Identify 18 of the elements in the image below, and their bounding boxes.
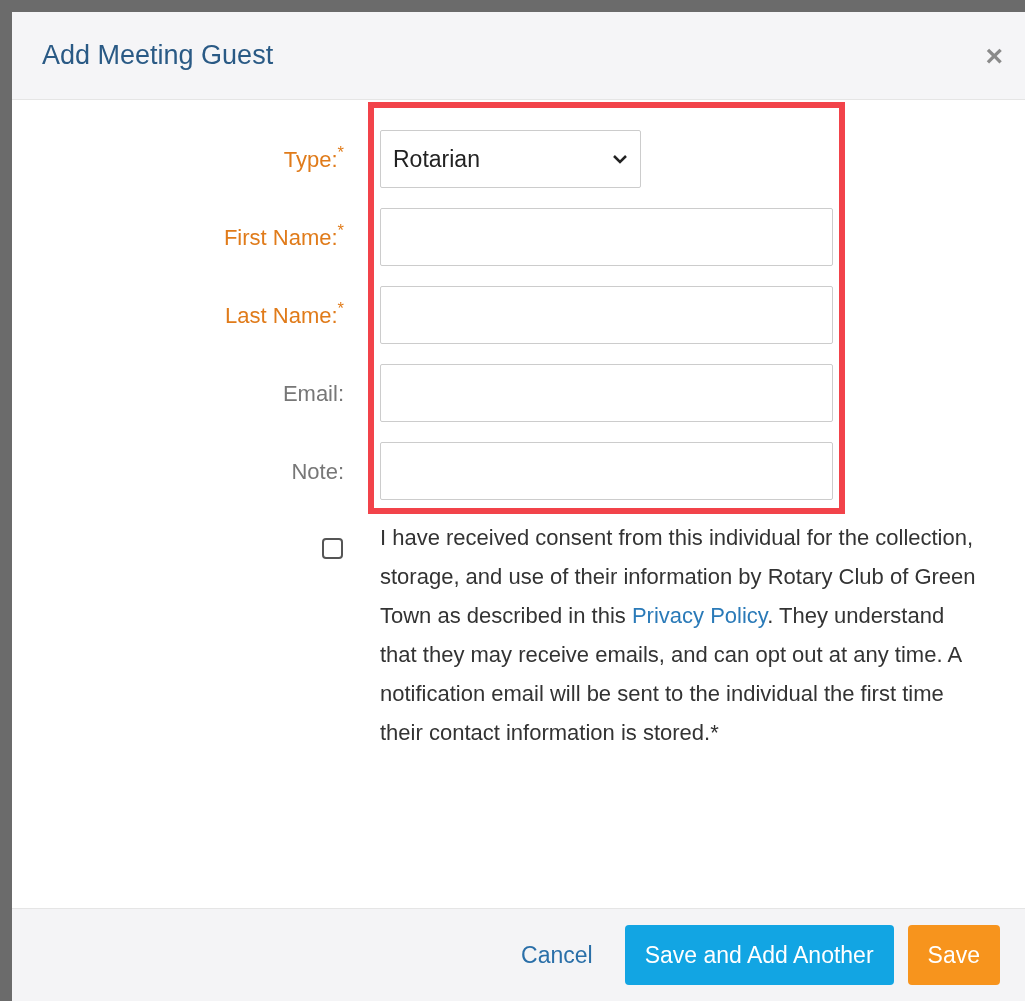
input-field[interactable] [380,442,833,500]
close-button[interactable]: × [985,40,1003,71]
privacy-policy-link[interactable]: Privacy Policy [631,603,768,628]
input-field[interactable] [380,208,833,266]
field-label: Type:$^{*}$ [283,142,344,174]
dialog-title: Add Meeting Guest [42,39,274,73]
field-label: Last Name:$^{*}$ [225,298,344,330]
cancel-link[interactable]: Cancel [503,925,611,985]
field-label: Email: [282,379,344,408]
consent-text: I have received consent from this individual for the collection, storage, and use of their information by Rotary Club of Green Town as described in this Privacy Policy. They understand that they may receive emails, and can opt out at any time. A notification email will be sent to the individual the first time their contact information is stored.* [380,524,977,747]
input-field[interactable] [380,286,833,344]
input-field[interactable] [380,364,833,422]
save-and-add-another-button[interactable]: Save and Add Another [624,925,894,985]
type-select[interactable]: Rotarian [380,130,641,188]
field-label: Note: [291,457,344,486]
chevron-down-icon [612,154,628,164]
consent-checkbox[interactable] [322,538,343,559]
field-label: First Name:$^{*}$ [223,220,344,252]
